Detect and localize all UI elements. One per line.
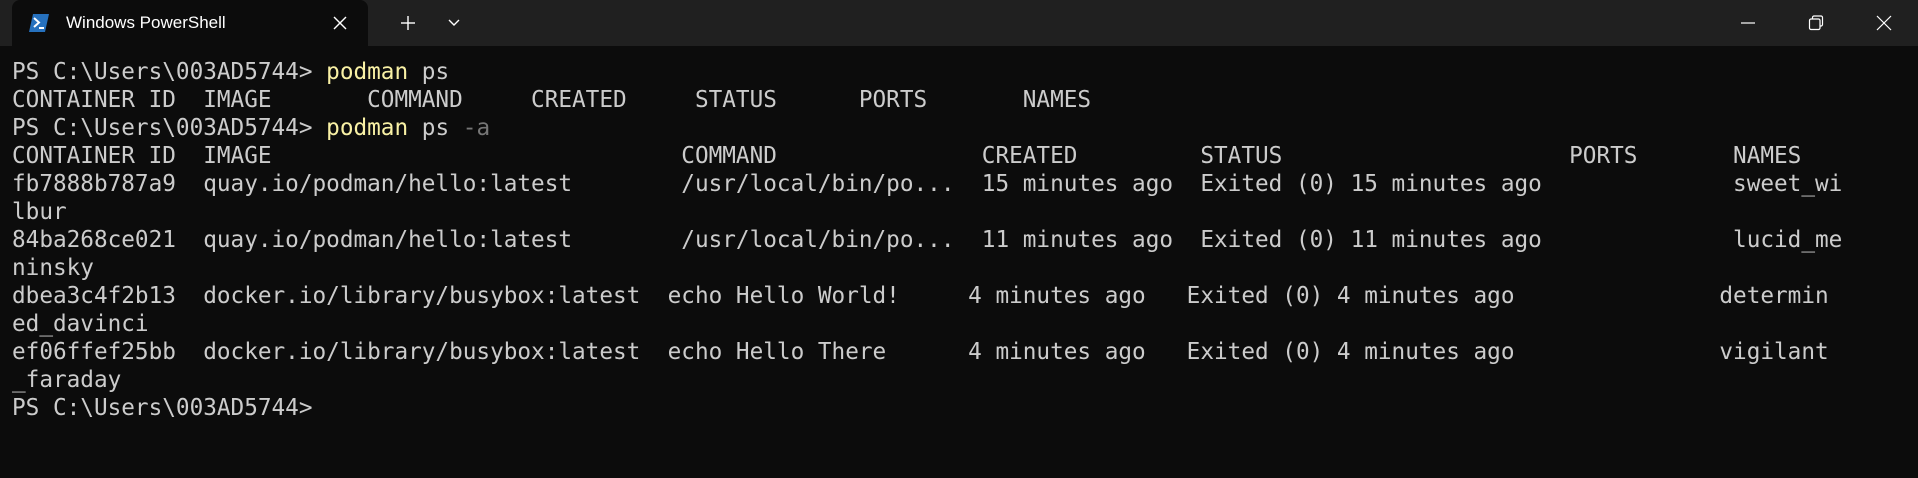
- output-line: ef06ffef25bb docker.io/library/busybox:l…: [12, 339, 1829, 365]
- chevron-down-icon[interactable]: [440, 9, 468, 37]
- command-flag: -a: [462, 115, 491, 141]
- minimize-icon[interactable]: [1714, 0, 1782, 46]
- title-bar: Windows PowerShell: [0, 0, 1918, 46]
- restore-icon[interactable]: [1782, 0, 1850, 46]
- close-tab-icon[interactable]: [328, 11, 352, 35]
- command: podman: [326, 115, 409, 141]
- close-icon[interactable]: [1850, 0, 1918, 46]
- output-line: _faraday: [12, 367, 122, 393]
- tab-title: Windows PowerShell: [66, 13, 226, 32]
- command-args: ps: [408, 115, 463, 141]
- output-line: dbea3c4f2b13 docker.io/library/busybox:l…: [12, 283, 1829, 309]
- output-line: CONTAINER ID IMAGE COMMAND CREATED STATU…: [12, 143, 1802, 169]
- prompt-line: PS C:\Users\003AD5744>: [12, 394, 1918, 422]
- command: podman: [326, 59, 409, 85]
- prompt: PS C:\Users\003AD5744>: [12, 395, 313, 421]
- plus-icon[interactable]: [394, 9, 422, 37]
- prompt: PS C:\Users\003AD5744>: [12, 115, 327, 141]
- prompt-line: PS C:\Users\003AD5744> podman ps -a: [12, 114, 1918, 142]
- output-line: ed_davinci: [12, 311, 149, 337]
- powershell-icon: [28, 13, 50, 33]
- output-line: CONTAINER ID IMAGE COMMAND CREATED STATU…: [12, 87, 1092, 113]
- output-line: fb7888b787a9 quay.io/podman/hello:latest…: [12, 171, 1843, 197]
- output-line: lbur: [12, 199, 67, 225]
- prompt-line: PS C:\Users\003AD5744> podman ps: [12, 58, 1918, 86]
- command-args: ps: [408, 59, 450, 85]
- prompt: PS C:\Users\003AD5744>: [12, 59, 327, 85]
- tab-windows-powershell[interactable]: Windows PowerShell: [12, 0, 368, 46]
- terminal-output[interactable]: PS C:\Users\003AD5744> podman ps CONTAIN…: [0, 46, 1918, 478]
- output-line: 84ba268ce021 quay.io/podman/hello:latest…: [12, 227, 1843, 253]
- output-line: ninsky: [12, 255, 94, 281]
